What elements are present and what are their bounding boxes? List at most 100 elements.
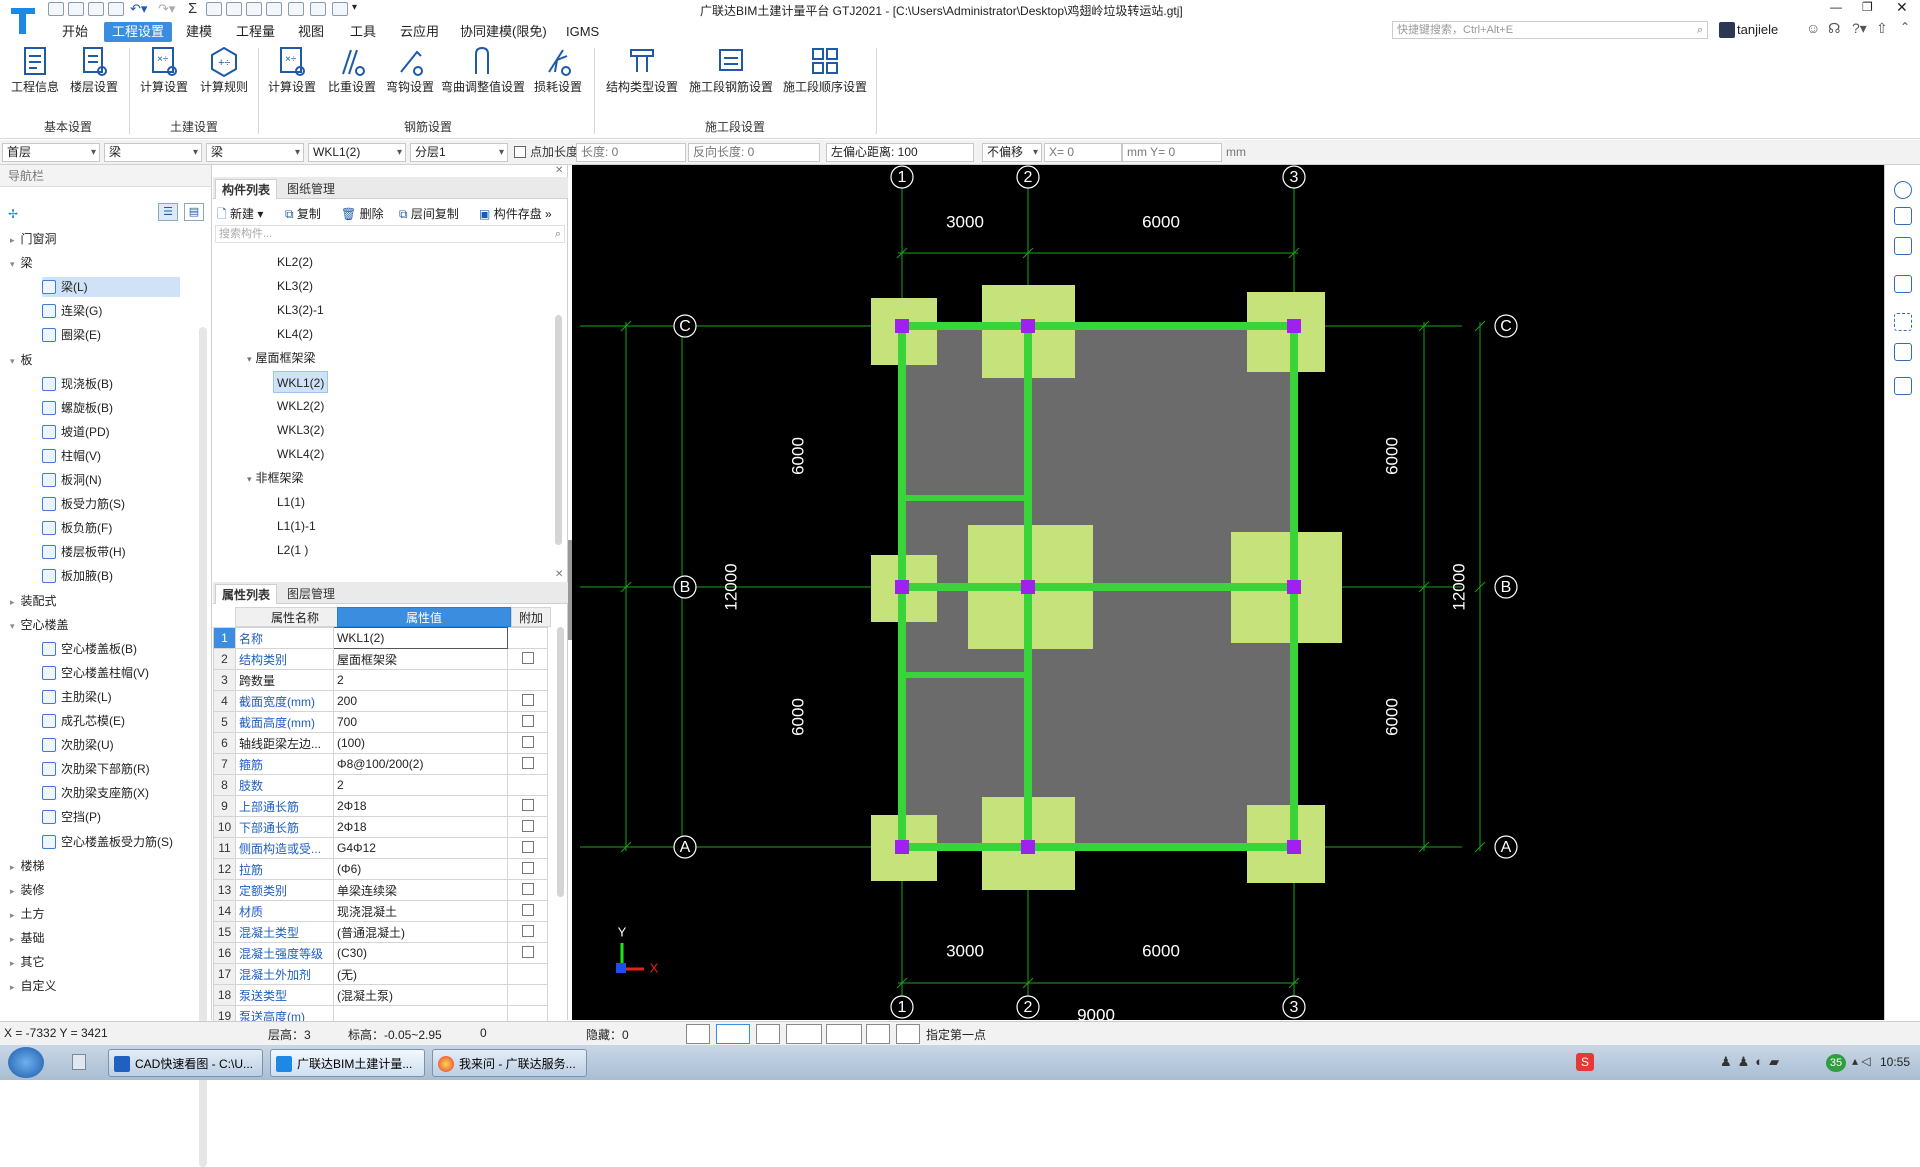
arc-icon[interactable] xyxy=(896,1024,920,1044)
column[interactable] xyxy=(1287,580,1301,594)
nav-item[interactable]: 空心楼盖柱帽(V) xyxy=(42,663,149,683)
calc-rules-button[interactable]: +÷ 计算规则 xyxy=(196,44,252,104)
property-value[interactable]: (Φ6) xyxy=(333,858,508,880)
column[interactable] xyxy=(895,840,909,854)
extra-checkbox[interactable] xyxy=(521,945,534,958)
floor-select[interactable]: 首层 xyxy=(2,143,100,162)
cross-icon[interactable] xyxy=(756,1024,780,1044)
menu-quantities[interactable]: 工程量 xyxy=(232,22,279,42)
nav-category[interactable]: ▾ 空心楼盖 xyxy=(10,615,69,635)
component-group[interactable]: ▾ 屋面框架梁 xyxy=(247,347,316,369)
element-select[interactable]: WKL1(2) xyxy=(308,143,406,162)
component-item[interactable]: L1(1) xyxy=(277,491,305,513)
property-value[interactable]: (混凝土泵) xyxy=(333,984,508,1006)
rotate-view-icon[interactable] xyxy=(1894,343,1912,361)
property-row[interactable]: 7 箍筋 Φ8@100/200(2) xyxy=(213,753,548,775)
nav-item[interactable]: 连梁(G) xyxy=(42,301,102,321)
view-top-icon[interactable] xyxy=(1894,237,1912,255)
collapsed-arrow-icon[interactable]: ▸ xyxy=(10,886,15,896)
nav-item[interactable]: 空挡(P) xyxy=(42,807,101,827)
nav-category[interactable]: ▸ 其它 xyxy=(10,952,45,972)
extra-checkbox[interactable] xyxy=(521,693,534,706)
component-item[interactable]: KL2(2) xyxy=(277,251,313,273)
secondary-beam[interactable] xyxy=(902,495,1028,501)
property-row[interactable]: 11 侧面构造或受... G4Φ12 xyxy=(213,837,548,859)
property-row[interactable]: 8 肢数 2 xyxy=(213,774,548,796)
extra-checkbox[interactable] xyxy=(521,819,534,832)
property-value[interactable]: G4Φ12 xyxy=(333,837,508,859)
column[interactable] xyxy=(1287,840,1301,854)
detail-view-icon[interactable]: ▤ xyxy=(184,203,204,221)
component-item[interactable]: KL3(2) xyxy=(277,275,313,297)
dynamic-input-icon[interactable] xyxy=(866,1024,890,1044)
nav-category[interactable]: ▸ 楼梯 xyxy=(10,856,45,876)
project-info-button[interactable]: 工程信息 xyxy=(8,44,62,104)
stage-order-button[interactable]: 施工段顺序设置 xyxy=(780,44,870,104)
undo-icon[interactable]: ↶▾ xyxy=(130,1,147,17)
nav-item[interactable]: 次肋梁支座筋(X) xyxy=(42,783,149,803)
share-icon[interactable] xyxy=(332,2,348,16)
menu-igms[interactable]: IGMS xyxy=(562,22,603,42)
point-icon[interactable] xyxy=(826,1024,862,1044)
copy-button[interactable]: ⧉ 复制 xyxy=(285,205,321,222)
clock[interactable]: 10:55 xyxy=(1866,1055,1910,1069)
folder-icon[interactable] xyxy=(88,2,104,16)
nav-item[interactable]: 楼层板带(H) xyxy=(42,542,126,562)
offset-mode-select[interactable]: 不偏移 xyxy=(982,143,1042,162)
nav-item[interactable]: 空心楼盖板(B) xyxy=(42,639,137,659)
beam[interactable] xyxy=(898,583,1298,591)
qat-more-icon[interactable]: ▾ xyxy=(352,2,357,13)
property-row[interactable]: 9 上部通长筋 2Φ18 xyxy=(213,795,548,817)
ime-icon[interactable]: S xyxy=(1576,1053,1594,1071)
avatar[interactable] xyxy=(1719,22,1735,38)
collapsed-arrow-icon[interactable]: ▸ xyxy=(10,235,15,245)
ucs-origin[interactable] xyxy=(616,963,626,973)
nav-category[interactable]: ▸ 门窗洞 xyxy=(10,229,57,249)
point-length-checkbox[interactable] xyxy=(514,146,526,158)
component-group[interactable]: ▾ 非框架梁 xyxy=(247,467,304,489)
extra-checkbox[interactable] xyxy=(521,735,534,748)
feedback-icon[interactable]: ☺ xyxy=(1806,20,1820,36)
collapsed-arrow-icon[interactable]: ▸ xyxy=(10,958,15,968)
rebar-calc-settings-button[interactable]: ×÷ 计算设置 xyxy=(264,44,320,104)
property-value[interactable]: 屋面框架梁 xyxy=(333,648,508,670)
fit-screen-icon[interactable] xyxy=(1894,313,1912,331)
nav-item[interactable]: 板洞(N) xyxy=(42,470,102,490)
table-icon[interactable] xyxy=(226,2,242,16)
component-item[interactable]: WKL1(2) xyxy=(273,371,329,393)
x-input[interactable]: X= 0 xyxy=(1044,143,1122,162)
secondary-beam[interactable] xyxy=(902,672,1028,678)
property-row[interactable]: 3 跨数量 2 xyxy=(213,669,548,691)
save-icon[interactable] xyxy=(108,2,124,16)
view-iso-icon[interactable] xyxy=(1894,275,1912,293)
property-row[interactable]: 18 泵送类型 (混凝土泵) xyxy=(213,984,548,1006)
column[interactable] xyxy=(1021,580,1035,594)
property-value[interactable]: 单梁连续梁 xyxy=(333,879,508,901)
y-input[interactable]: mm Y= 0 xyxy=(1122,143,1222,162)
extra-checkbox[interactable] xyxy=(521,882,534,895)
menu-modeling[interactable]: 建模 xyxy=(182,22,216,42)
drawing-canvas[interactable]: 1 1 2 2 3 3 C C B B A A 3000 6000 3000 6000 6000 6000 6000… xyxy=(572,165,1884,1024)
floor-settings-button[interactable]: 楼层设置 xyxy=(66,44,122,104)
property-value[interactable]: 2Φ18 xyxy=(333,795,508,817)
nav-item[interactable]: 坡道(PD) xyxy=(42,422,110,442)
dynamic-view-icon[interactable] xyxy=(1894,181,1912,199)
nav-item[interactable]: 空心楼盖板受力筋(S) xyxy=(42,832,173,852)
nav-item[interactable]: 板加腋(B) xyxy=(42,566,113,586)
nav-item[interactable]: 次肋梁(U) xyxy=(42,735,114,755)
type-select[interactable]: 梁 xyxy=(206,143,304,162)
property-row[interactable]: 16 混凝土强度等级 (C30) xyxy=(213,942,548,964)
menu-collab[interactable]: 协同建模(限免) xyxy=(456,22,551,42)
property-value[interactable]: 200 xyxy=(333,690,508,712)
beam[interactable] xyxy=(898,843,1298,851)
property-value[interactable]: (无) xyxy=(333,963,508,985)
property-row[interactable]: 10 下部通长筋 2Φ18 xyxy=(213,816,548,838)
property-value[interactable]: 2 xyxy=(333,774,508,796)
props-close-icon[interactable]: ✕ xyxy=(555,569,563,580)
nav-category[interactable]: ▾ 板 xyxy=(10,350,33,370)
menu-cloud[interactable]: 云应用 xyxy=(396,22,443,42)
report-icon[interactable] xyxy=(246,2,262,16)
nav-item[interactable]: 成孔芯模(E) xyxy=(42,711,125,731)
property-row[interactable]: 15 混凝土类型 (普通混凝土) xyxy=(213,921,548,943)
panel-splitter[interactable] xyxy=(568,540,572,640)
